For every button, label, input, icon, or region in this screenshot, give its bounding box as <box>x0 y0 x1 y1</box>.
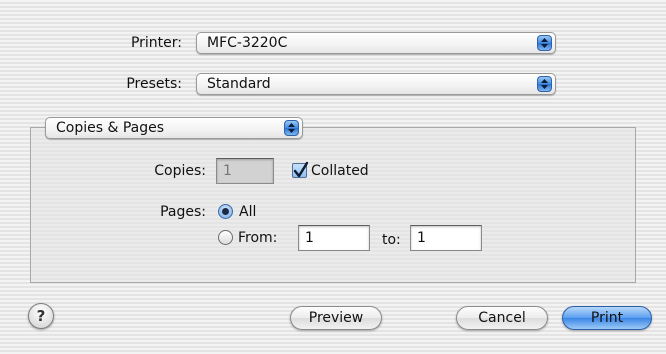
pane-value: Copies & Pages <box>56 120 165 136</box>
copies-field[interactable]: 1 <box>216 158 274 184</box>
cancel-button[interactable]: Cancel <box>456 306 548 330</box>
preview-button[interactable]: Preview <box>290 306 382 330</box>
pane-popup[interactable]: Copies & Pages <box>45 117 303 139</box>
presets-label: Presets: <box>126 76 182 92</box>
collated-label[interactable]: Collated <box>311 160 369 182</box>
pages-from-field[interactable]: 1 <box>298 225 370 251</box>
checkmark-icon <box>293 161 309 178</box>
presets-popup[interactable]: Standard <box>196 73 556 95</box>
printer-value: MFC-3220C <box>207 35 288 51</box>
radio-dot-icon <box>222 208 229 215</box>
print-button[interactable]: Print <box>562 306 652 330</box>
pages-to-value: 1 <box>417 230 426 246</box>
printer-popup[interactable]: MFC-3220C <box>196 32 556 54</box>
presets-value: Standard <box>207 76 271 92</box>
collated-checkbox[interactable] <box>292 161 309 178</box>
popup-arrows-icon <box>537 35 552 51</box>
pages-to-label: to: <box>382 232 401 248</box>
popup-arrows-icon <box>537 76 552 92</box>
help-button[interactable]: ? <box>28 303 54 329</box>
pages-all-radio[interactable] <box>218 204 233 219</box>
pages-from-radio[interactable] <box>218 230 233 245</box>
pages-all-label[interactable]: All <box>239 201 256 223</box>
pages-from-label[interactable]: From: <box>238 227 277 249</box>
pages-from-value: 1 <box>305 230 314 246</box>
pages-to-field[interactable]: 1 <box>410 225 482 251</box>
printer-label: Printer: <box>130 35 182 51</box>
pages-label: Pages: <box>160 204 206 220</box>
copies-value: 1 <box>223 163 232 179</box>
popup-arrows-icon <box>284 120 299 136</box>
copies-label: Copies: <box>154 163 206 179</box>
